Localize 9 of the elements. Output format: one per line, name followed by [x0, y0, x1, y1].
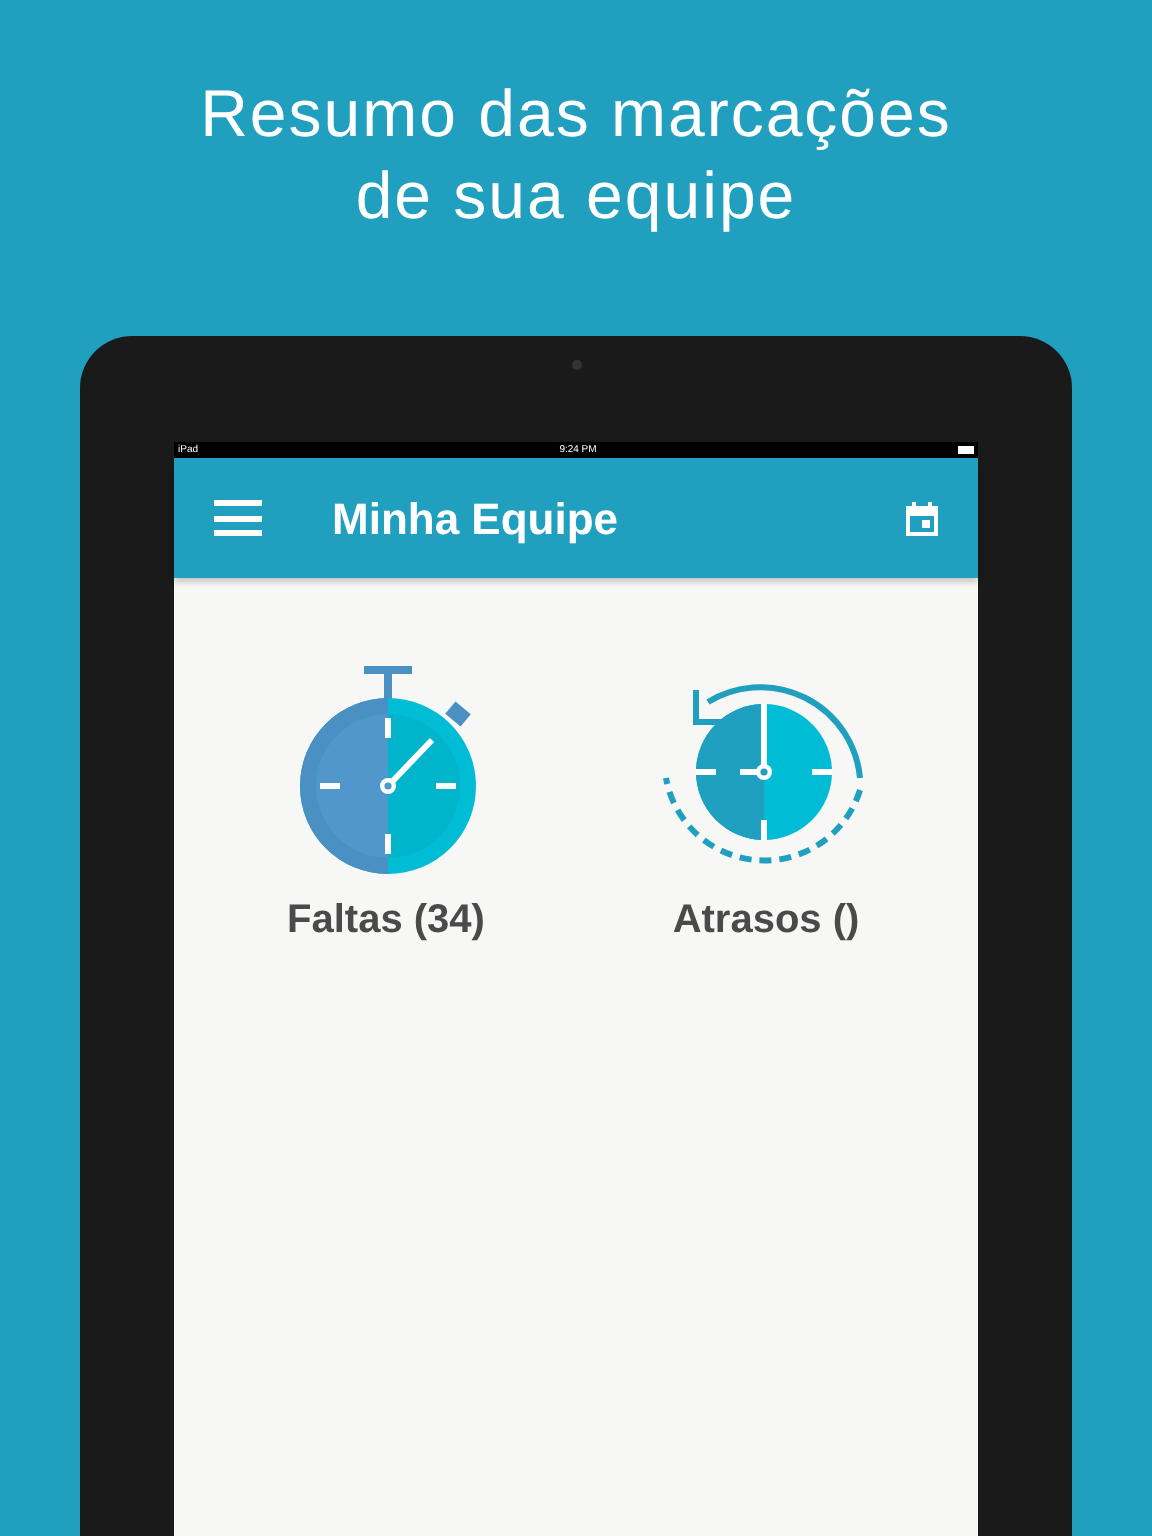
summary-tile[interactable]: Atrasos ()	[636, 658, 896, 950]
stopwatch-icon	[296, 666, 476, 878]
app-title: Minha Equipe	[332, 491, 620, 548]
battery-icon	[957, 446, 974, 454]
camera-icon	[571, 360, 581, 370]
headline: Resumo das marcações de sua equipe	[198, 74, 954, 236]
calendar-icon[interactable]	[906, 501, 938, 535]
summary-tile[interactable]: Faltas (34)	[256, 658, 516, 950]
menu-button[interactable]	[214, 500, 262, 536]
